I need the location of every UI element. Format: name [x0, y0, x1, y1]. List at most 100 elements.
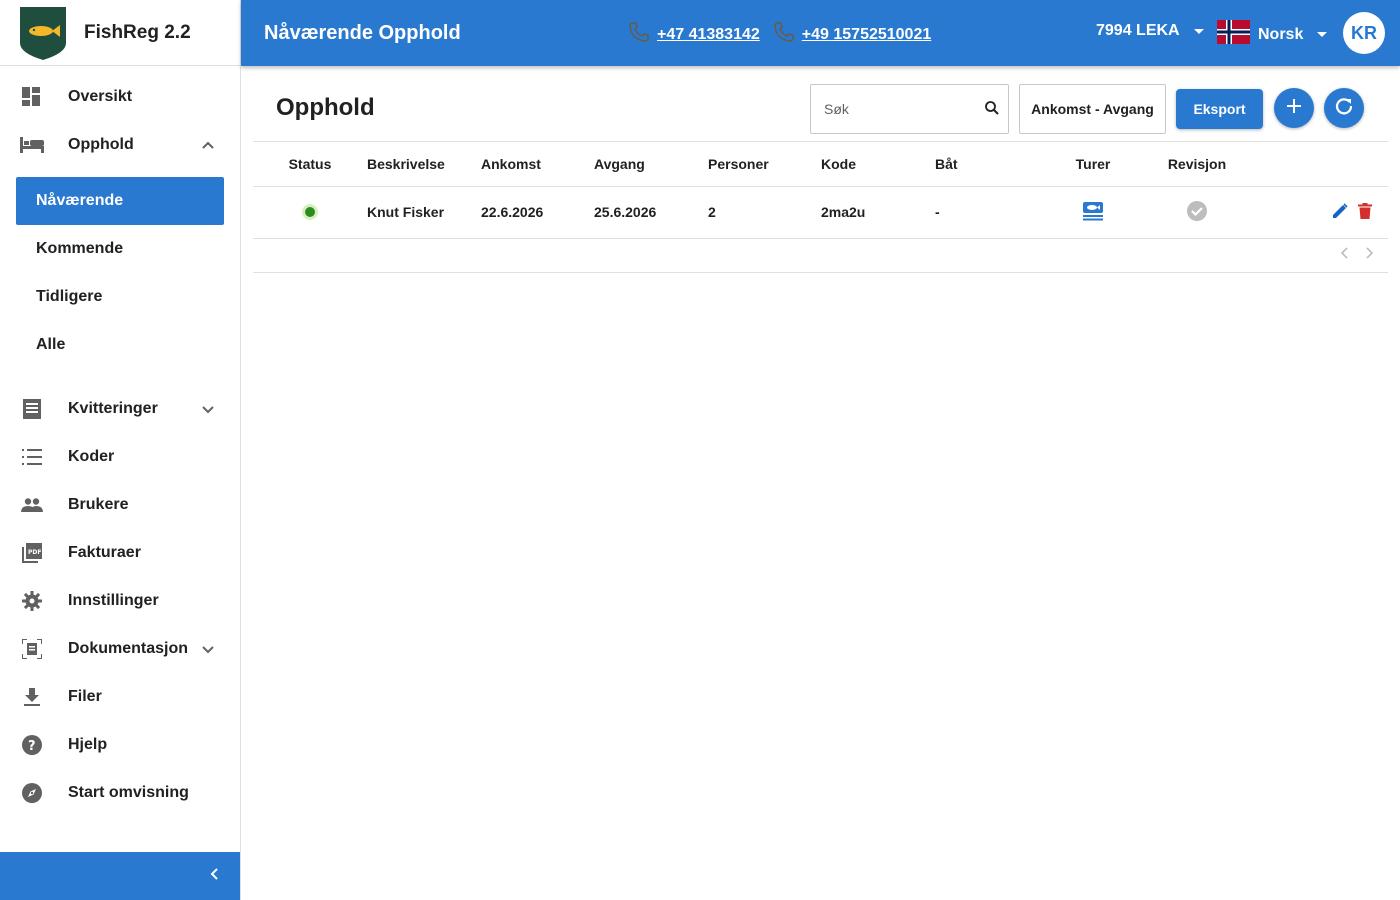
sidebar-item-label: Opphold: [68, 136, 134, 153]
chevron-right-icon[interactable]: [1364, 246, 1374, 264]
sidebar-item-dokumentasjon[interactable]: Dokumentasjon: [0, 625, 240, 673]
sidebar-item-label: Fakturaer: [68, 544, 141, 561]
location-label: 7994 LEKA: [1096, 22, 1180, 39]
sidebar-item-label: Start omvisning: [68, 784, 189, 801]
sidebar-collapse-button[interactable]: [0, 852, 240, 900]
column-header-turer[interactable]: Turer: [1049, 142, 1137, 187]
check-circle-icon: [1187, 200, 1207, 224]
search-box: [810, 84, 1009, 134]
gear-icon: [20, 589, 44, 613]
sidebar-subitem-kommende[interactable]: Kommende: [16, 225, 224, 273]
sidebar-item-label: Brukere: [68, 496, 129, 513]
phone-2: +49 15752510021: [774, 22, 931, 47]
sidebar-item-label: Hjelp: [68, 736, 108, 753]
sidebar-item-brukere[interactable]: Brukere: [0, 481, 240, 529]
top-bar: Nåværende Opphold +47 41383142 +49 15752…: [241, 0, 1400, 66]
table-row[interactable]: Knut Fisker 22.6.2026 25.6.2026 2 2ma2u …: [253, 186, 1388, 239]
sidebar-item-opphold[interactable]: Opphold: [0, 121, 240, 169]
svg-text:?: ?: [28, 739, 36, 754]
sidebar-item-oversikt[interactable]: Oversikt: [0, 73, 240, 121]
column-header-bat[interactable]: Båt: [935, 142, 1049, 187]
location-selector[interactable]: 7994 LEKA: [1096, 22, 1204, 40]
help-icon: ?: [20, 733, 44, 757]
sidebar-item-koder[interactable]: Koder: [0, 433, 240, 481]
phone-link-1[interactable]: +47 41383142: [657, 26, 760, 44]
column-header-ankomst[interactable]: Ankomst: [481, 142, 594, 187]
chevron-left-icon: [208, 867, 222, 886]
description-cell: Knut Fisker: [367, 186, 481, 239]
date-range-button[interactable]: Ankomst - Avgang: [1019, 84, 1166, 134]
edit-pencil-icon[interactable]: [1332, 202, 1348, 222]
status-cell: [253, 186, 367, 239]
plus-icon: [1285, 97, 1303, 120]
table-header-row: Status Beskrivelse Ankomst Avgang Person…: [253, 142, 1388, 187]
chevron-up-icon[interactable]: [200, 137, 216, 153]
chevron-down-icon[interactable]: [200, 401, 216, 417]
column-header-revisjon[interactable]: Revisjon: [1137, 142, 1257, 187]
pdf-icon: PDF: [20, 541, 44, 565]
arrival-cell: 22.6.2026: [481, 186, 594, 239]
sidebar-subitem-alle[interactable]: Alle: [16, 321, 224, 369]
language-label: Norsk: [1258, 25, 1304, 43]
column-header-avgang[interactable]: Avgang: [594, 142, 708, 187]
trips-cell: [1049, 186, 1137, 239]
add-button[interactable]: [1274, 88, 1314, 128]
search-input[interactable]: [811, 85, 971, 133]
refresh-icon: [1334, 96, 1354, 121]
user-avatar[interactable]: KR: [1343, 12, 1385, 54]
refresh-button[interactable]: [1324, 88, 1364, 128]
sidebar-item-fakturaer[interactable]: PDF Fakturaer: [0, 529, 240, 577]
column-header-personer[interactable]: Personer: [708, 142, 821, 187]
sidebar: FishReg 2.2 Oversikt Opphold Nåværende K…: [0, 0, 241, 900]
sidebar-item-kvitteringer[interactable]: Kvitteringer: [0, 385, 240, 433]
sidebar-item-filer[interactable]: Filer: [0, 673, 240, 721]
sidebar-nav: Oversikt Opphold Nåværende Kommende Tidl…: [0, 73, 240, 817]
sidebar-subitem-tidligere[interactable]: Tidligere: [16, 273, 224, 321]
stays-table: Status Beskrivelse Ankomst Avgang Person…: [253, 142, 1388, 239]
table-pagination: [253, 239, 1388, 273]
dashboard-icon: [20, 85, 44, 109]
language-selector[interactable]: Norsk: [1217, 20, 1328, 49]
sidebar-item-innstillinger[interactable]: Innstillinger: [0, 577, 240, 625]
status-active-dot: [305, 207, 315, 217]
document-icon: [20, 637, 44, 661]
boat-trips-icon[interactable]: [1082, 201, 1104, 224]
norway-flag-icon: [1217, 20, 1250, 49]
delete-trash-icon[interactable]: [1358, 202, 1372, 222]
compass-icon: [20, 781, 44, 805]
sidebar-item-label: Koder: [68, 448, 115, 465]
column-header-status[interactable]: Status: [253, 142, 367, 187]
caret-down-icon: [1317, 32, 1328, 37]
sidebar-item-label: Innstillinger: [68, 592, 159, 609]
page-toolbar: Opphold Ankomst - Avgang Eksport: [253, 66, 1388, 142]
page-title: Opphold: [276, 94, 375, 121]
bed-icon: [20, 133, 44, 157]
phone-numbers: +47 41383142 +49 15752510021: [629, 22, 945, 47]
sidebar-item-hjelp[interactable]: ? Hjelp: [0, 721, 240, 769]
search-icon[interactable]: [984, 100, 1000, 121]
departure-cell: 25.6.2026: [594, 186, 708, 239]
phone-icon: [629, 22, 649, 47]
sidebar-item-label: Oversikt: [68, 88, 133, 105]
export-button[interactable]: Eksport: [1176, 89, 1263, 129]
chevron-left-icon[interactable]: [1340, 246, 1350, 264]
people-icon: [20, 493, 44, 517]
sidebar-item-label: Filer: [68, 688, 102, 705]
main-content: Opphold Ankomst - Avgang Eksport Status …: [253, 66, 1388, 273]
caret-down-icon: [1193, 28, 1204, 34]
sidebar-subitem-navaerende[interactable]: Nåværende: [16, 177, 224, 225]
column-header-beskrivelse[interactable]: Beskrivelse: [367, 142, 481, 187]
list-icon: [20, 445, 44, 469]
page-header-title: Nåværende Opphold: [264, 21, 461, 44]
sidebar-item-label: Kvitteringer: [68, 400, 158, 417]
chevron-down-icon[interactable]: [200, 641, 216, 657]
brand: FishReg 2.2: [0, 0, 240, 66]
fish-logo-icon: [18, 5, 68, 61]
code-cell: 2ma2u: [821, 186, 935, 239]
sidebar-item-start-omvisning[interactable]: Start omvisning: [0, 769, 240, 817]
column-header-kode[interactable]: Kode: [821, 142, 935, 187]
revision-cell: [1137, 186, 1257, 239]
phone-link-2[interactable]: +49 15752510021: [802, 26, 931, 44]
boat-cell: -: [935, 186, 1049, 239]
actions-cell: [1257, 186, 1388, 239]
